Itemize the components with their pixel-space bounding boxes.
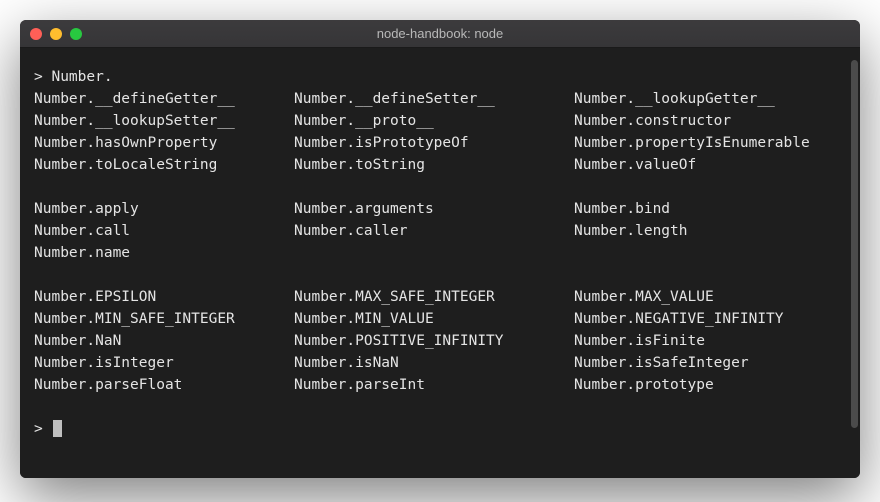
completion-item: Number.isFinite: [574, 330, 846, 352]
completion-item: Number.__lookupGetter__: [574, 88, 846, 110]
completions-list: Number.__defineGetter__Number.__defineSe…: [34, 88, 846, 396]
scrollbar[interactable]: [851, 60, 858, 428]
titlebar[interactable]: node-handbook: node: [20, 20, 860, 48]
completion-item: Number.isNaN: [294, 352, 574, 374]
completion-item: Number.caller: [294, 220, 574, 242]
completion-item: Number.toString: [294, 154, 574, 176]
completion-item: Number.parseInt: [294, 374, 574, 396]
repl-input: Number.: [51, 69, 112, 85]
repl-prompt: >: [34, 69, 51, 85]
completion-item: Number.MAX_VALUE: [574, 286, 846, 308]
minimize-icon[interactable]: [50, 28, 62, 40]
completion-item: Number.isSafeInteger: [574, 352, 846, 374]
completion-item: Number.MAX_SAFE_INTEGER: [294, 286, 574, 308]
maximize-icon[interactable]: [70, 28, 82, 40]
completion-group: Number.__defineGetter__Number.__defineSe…: [34, 88, 846, 176]
blank-line: [34, 176, 846, 198]
completion-item: Number.valueOf: [574, 154, 846, 176]
terminal-body[interactable]: > Number. Number.__defineGetter__Number.…: [20, 48, 860, 478]
completion-item: Number.length: [574, 220, 846, 242]
close-icon[interactable]: [30, 28, 42, 40]
completion-item: Number.__defineSetter__: [294, 88, 574, 110]
completion-item: Number.name: [34, 242, 294, 264]
completion-item: Number.arguments: [294, 198, 574, 220]
completion-item: [574, 242, 846, 264]
completion-item: Number.NEGATIVE_INFINITY: [574, 308, 846, 330]
completion-item: Number.__lookupSetter__: [34, 110, 294, 132]
completion-item: Number.prototype: [574, 374, 846, 396]
blank-line: [34, 264, 846, 286]
completion-item: Number.hasOwnProperty: [34, 132, 294, 154]
completion-item: Number.toLocaleString: [34, 154, 294, 176]
completion-item: Number.EPSILON: [34, 286, 294, 308]
traffic-lights: [20, 28, 82, 40]
completion-item: Number.__proto__: [294, 110, 574, 132]
completion-item: Number.apply: [34, 198, 294, 220]
cursor-icon: [53, 420, 62, 437]
completion-item: Number.MIN_SAFE_INTEGER: [34, 308, 294, 330]
repl-prompt-2: >: [34, 421, 51, 437]
completion-item: Number.parseFloat: [34, 374, 294, 396]
completion-item: Number.POSITIVE_INFINITY: [294, 330, 574, 352]
window-title: node-handbook: node: [20, 26, 860, 41]
completion-item: Number.MIN_VALUE: [294, 308, 574, 330]
completion-item: [294, 242, 574, 264]
completion-group: Number.EPSILONNumber.MAX_SAFE_INTEGERNum…: [34, 286, 846, 396]
completion-item: Number.isPrototypeOf: [294, 132, 574, 154]
completion-item: Number.propertyIsEnumerable: [574, 132, 846, 154]
completion-item: Number.constructor: [574, 110, 846, 132]
completion-group: Number.applyNumber.argumentsNumber.bindN…: [34, 198, 846, 264]
completion-item: Number.bind: [574, 198, 846, 220]
completion-item: Number.isInteger: [34, 352, 294, 374]
completion-item: Number.NaN: [34, 330, 294, 352]
terminal-window: node-handbook: node > Number. Number.__d…: [20, 20, 860, 478]
completion-item: Number.__defineGetter__: [34, 88, 294, 110]
completion-item: Number.call: [34, 220, 294, 242]
